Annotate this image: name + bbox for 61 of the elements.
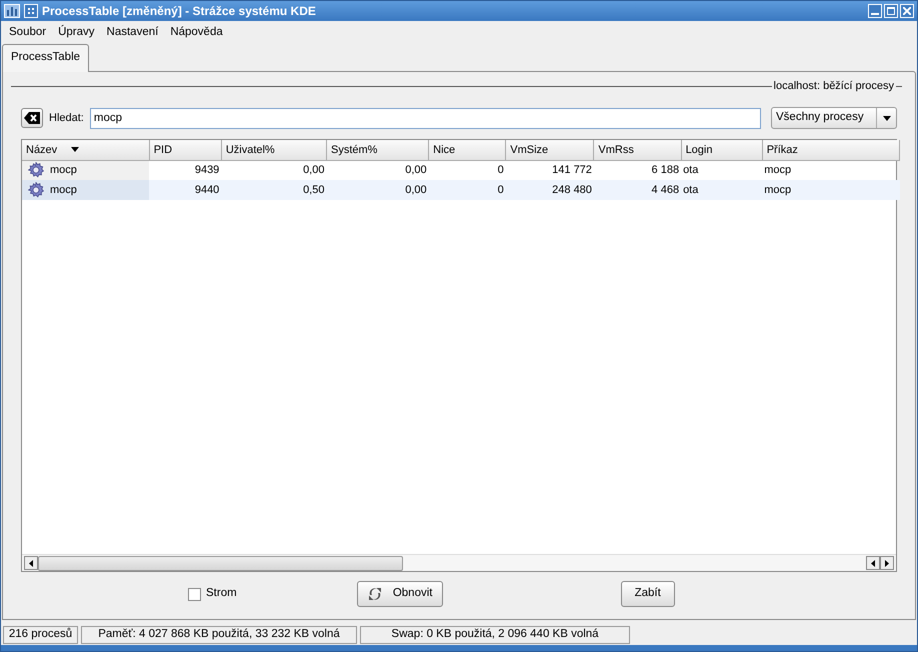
left-arrow-icon [871,560,875,566]
table-cell: mocp [762,160,900,180]
column-header[interactable]: PID [149,140,222,160]
table-cell: 4 468 [594,180,682,200]
table-cell: 9440 [149,180,222,200]
search-label: Hledat: [49,110,84,126]
right-arrow-icon [885,560,889,566]
column-header[interactable]: Login [681,140,762,160]
process-filter-dropdown[interactable]: Všechny procesy [771,107,897,129]
column-header[interactable]: Příkaz [762,140,900,160]
refresh-button[interactable]: Obnovit [356,581,443,607]
table-cell: ota [681,160,762,180]
refresh-icon [366,586,383,602]
table-cell: 0 [428,160,506,180]
menu-item[interactable]: Nastavení [100,24,164,42]
column-header[interactable]: VmSize [506,140,594,160]
table-cell: 9439 [149,160,222,180]
table-cell: 6 188 [594,160,682,180]
close-icon [903,7,911,15]
table-cell: 0,00 [221,160,326,180]
scroll-left-button[interactable] [24,556,38,570]
status-field: Paměť: 4 027 868 KB použitá, 33 232 KB volná [81,626,357,644]
scroll-right-button[interactable] [880,556,894,570]
menu-item[interactable]: Úpravy [52,24,101,42]
sort-arrow-icon [71,147,80,152]
process-name: mocp [50,164,77,176]
minimize-button[interactable] [868,4,882,18]
table-cell: 141 772 [506,160,594,180]
caret-icon [882,116,890,120]
status-field: 216 procesů [3,626,78,644]
window-title: ProcessTable [změněný] - Strážce systému KDE [42,3,316,20]
column-header[interactable]: Systém% [326,140,429,160]
tree-checkbox[interactable]: Strom [188,585,237,603]
maximize-icon [887,7,895,15]
clear-search-button[interactable] [21,108,43,128]
column-header[interactable]: Název [22,140,150,160]
left-arrow-icon [29,560,33,566]
scrollbar-thumb[interactable] [38,556,403,570]
table-cell: ota [681,180,762,200]
menu-item[interactable]: Nápověda [164,24,229,42]
maximize-button[interactable] [884,4,898,18]
table-cell: mocp [762,180,900,200]
menu-item[interactable]: Soubor [3,24,52,42]
status-field: Swap: 0 KB použitá, 2 096 440 KB volná [360,626,630,644]
table-cell: 0 [428,180,506,200]
app-icon[interactable] [4,4,20,18]
search-field[interactable]: mocp [90,108,761,128]
scroll-left-button[interactable] [866,556,880,570]
column-header[interactable]: VmRss [594,140,682,160]
process-name: mocp [50,184,77,196]
table-cell: 0,50 [221,180,326,200]
close-button[interactable] [900,4,914,18]
table-cell: 0,00 [326,180,429,200]
column-header[interactable]: Nice [428,140,506,160]
window-menu-icon[interactable] [24,4,38,18]
group-title: localhost: běžící procesy [774,78,894,94]
column-header[interactable]: Uživatel% [221,140,326,160]
kill-button[interactable]: Zabít [620,581,675,607]
tab[interactable]: ProcessTable [2,44,90,72]
table-cell: 0,00 [326,160,429,180]
table-cell: 248 480 [506,180,594,200]
